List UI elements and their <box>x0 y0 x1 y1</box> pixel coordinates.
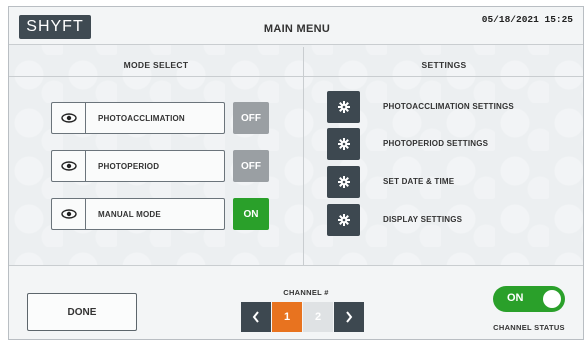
manual-mode-toggle[interactable]: ON <box>233 198 269 230</box>
mode-label: PHOTOPERIOD <box>98 161 160 171</box>
mode-label: PHOTOACCLIMATION <box>98 113 185 123</box>
photoacclimation-toggle[interactable]: OFF <box>233 102 269 134</box>
header-bar: SHYFT MAIN MENU 05/18/2021 15:25 <box>9 7 583 45</box>
settings-label: SET DATE & TIME <box>383 177 455 186</box>
settings-row-date-time[interactable]: SET DATE & TIME <box>327 166 577 198</box>
settings-heading: SETTINGS <box>303 53 583 77</box>
channel-1-button[interactable]: 1 <box>272 302 302 332</box>
section-divider <box>303 47 304 269</box>
date-time-settings-button[interactable] <box>327 166 360 198</box>
photoacclimation-settings-button[interactable] <box>327 91 360 123</box>
chevron-right-icon <box>346 311 353 323</box>
footer-bar: DONE CHANNEL # 1 2 ON CHANNEL STATUS <box>9 266 583 339</box>
chevron-left-icon <box>252 311 259 323</box>
main-menu-screen: SHYFT MAIN MENU 05/18/2021 15:25 MODE SE… <box>8 6 584 340</box>
settings-label: PHOTOPERIOD SETTINGS <box>383 139 489 148</box>
gear-icon <box>337 138 350 150</box>
photoperiod-settings-button[interactable] <box>327 128 360 160</box>
photoacclimation-mode-button[interactable]: PHOTOACCLIMATION <box>51 102 225 134</box>
mode-row-photoperiod: PHOTOPERIOD OFF <box>51 150 271 182</box>
settings-label: PHOTOACCLIMATION SETTINGS <box>383 102 514 111</box>
mode-label: MANUAL MODE <box>98 209 161 219</box>
done-button[interactable]: DONE <box>27 293 137 331</box>
eye-icon <box>52 199 86 229</box>
previous-channel-button[interactable] <box>241 302 271 332</box>
eye-icon <box>52 151 86 181</box>
channel-status-value: ON <box>507 292 524 304</box>
gear-icon <box>337 176 350 188</box>
mode-row-photoacclimation: PHOTOACCLIMATION OFF <box>51 102 271 134</box>
display-settings-button[interactable] <box>327 204 360 236</box>
settings-row-photoperiod[interactable]: PHOTOPERIOD SETTINGS <box>327 128 577 160</box>
channel-2-button[interactable]: 2 <box>303 302 333 332</box>
photoperiod-mode-button[interactable]: PHOTOPERIOD <box>51 150 225 182</box>
gear-icon <box>337 214 350 226</box>
gear-icon <box>337 101 350 113</box>
manual-mode-button[interactable]: MANUAL MODE <box>51 198 225 230</box>
channel-status-label: CHANNEL STATUS <box>493 323 565 332</box>
eye-icon <box>52 103 86 133</box>
channel-status-toggle[interactable]: ON <box>493 286 565 312</box>
mode-row-manual: MANUAL MODE ON <box>51 198 271 230</box>
toggle-knob <box>543 290 561 308</box>
settings-label: DISPLAY SETTINGS <box>383 215 463 224</box>
next-channel-button[interactable] <box>334 302 364 332</box>
photoperiod-toggle[interactable]: OFF <box>233 150 269 182</box>
channel-heading: CHANNEL # <box>283 288 329 297</box>
settings-row-display[interactable]: DISPLAY SETTINGS <box>327 204 577 236</box>
date-time-display: 05/18/2021 15:25 <box>481 14 573 25</box>
settings-row-photoacclimation[interactable]: PHOTOACCLIMATION SETTINGS <box>327 91 577 123</box>
mode-select-heading: MODE SELECT <box>9 53 303 77</box>
